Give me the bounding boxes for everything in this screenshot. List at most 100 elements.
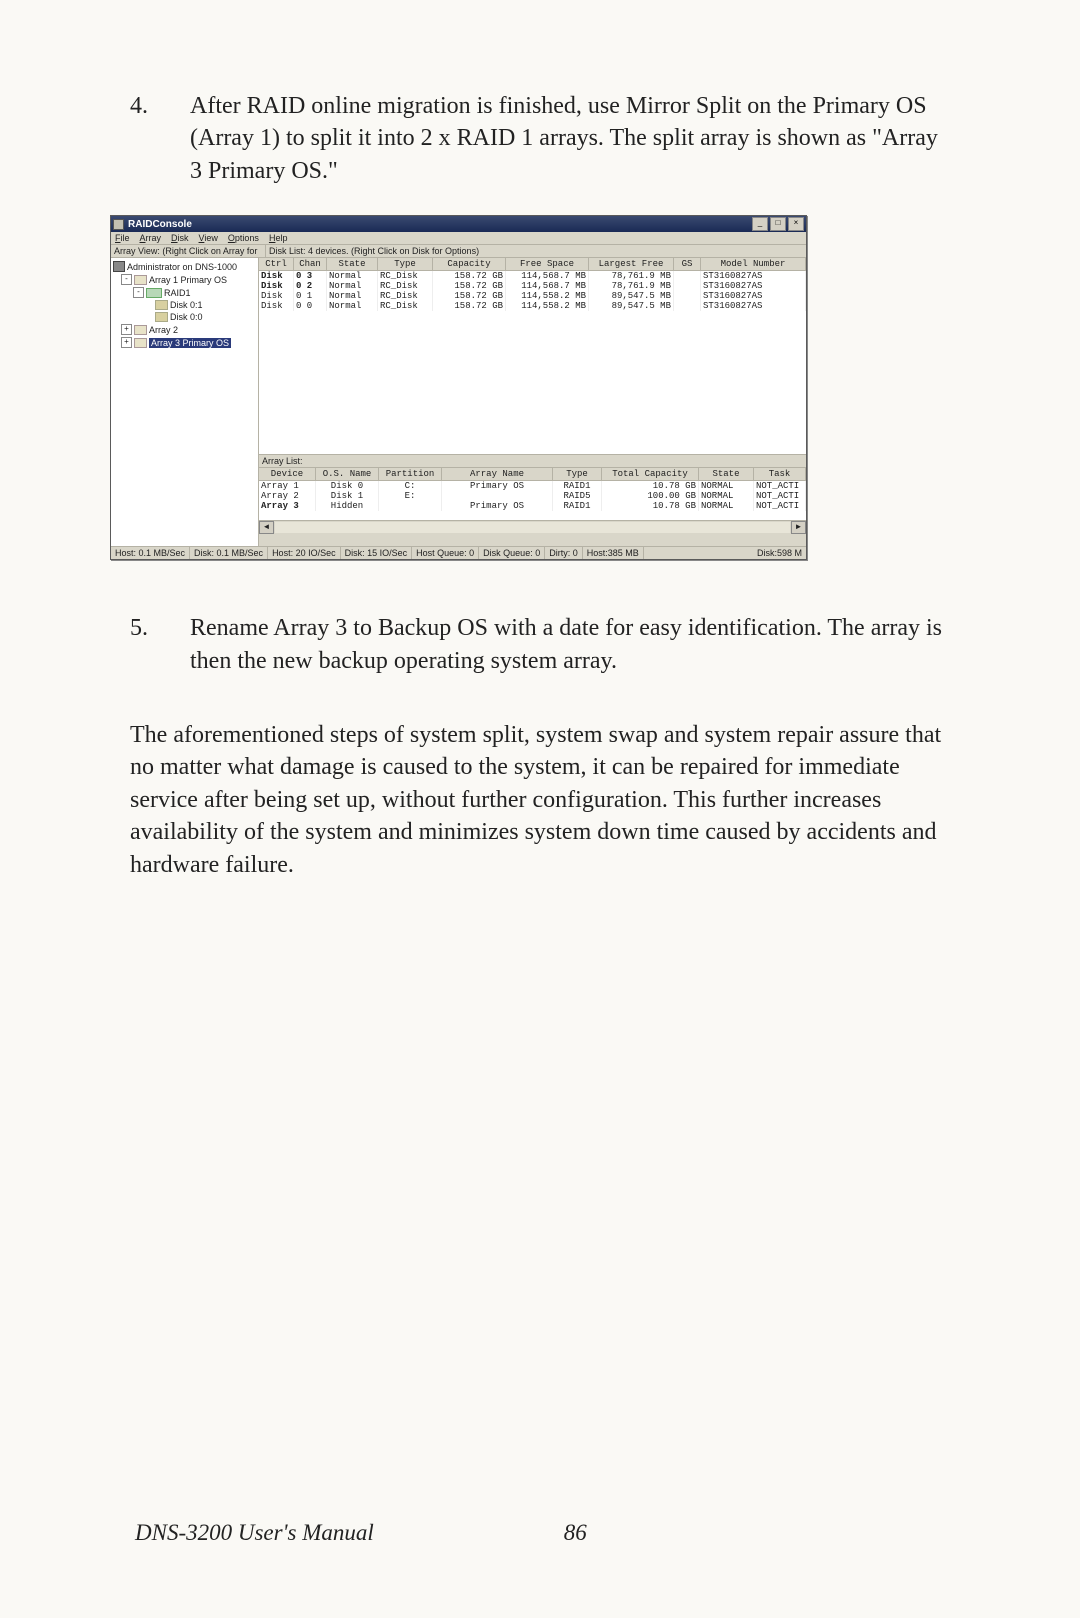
titlebar[interactable]: RAIDConsole _ □ × — [111, 216, 806, 232]
disk-grid[interactable]: Ctrl Chan State Type Capacity Free Space… — [259, 258, 806, 454]
raidconsole-window: RAIDConsole _ □ × File Array Disk View O… — [110, 215, 807, 560]
minimize-button[interactable]: _ — [752, 217, 768, 231]
col-device[interactable]: Device — [259, 468, 316, 481]
expand-icon[interactable]: - — [133, 287, 144, 298]
col-osname[interactable]: O.S. Name — [316, 468, 379, 481]
cell: 114,558.2 MB — [506, 291, 589, 301]
cell: Normal — [327, 281, 378, 291]
tree-root[interactable]: Administrator on DNS-1000 — [113, 260, 258, 273]
cell: 100.00 GB — [602, 491, 699, 501]
col-freespace[interactable]: Free Space — [506, 258, 589, 271]
cell: NOT_ACTI — [754, 481, 806, 491]
tree-disk-01[interactable]: Disk 0:1 — [113, 299, 258, 311]
array-row[interactable]: Array 2Disk 1E:RAID5100.00 GBNORMALNOT_A… — [259, 491, 806, 501]
status-bar: Host: 0.1 MB/Sec Disk: 0.1 MB/Sec Host: … — [111, 546, 806, 559]
cell: Array 1 — [259, 481, 316, 491]
array-row[interactable]: Array 3HiddenPrimary OSRAID110.78 GBNORM… — [259, 501, 806, 511]
menu-array[interactable]: Array — [140, 233, 162, 243]
expand-icon[interactable]: - — [121, 274, 132, 285]
status-host-queue: Host Queue: 0 — [412, 547, 479, 559]
status-disk-io: Disk: 15 IO/Sec — [341, 547, 413, 559]
tree-raid1[interactable]: -RAID1 — [113, 286, 258, 299]
menu-options[interactable]: Options — [228, 233, 259, 243]
col-partition[interactable]: Partition — [379, 468, 442, 481]
cell: Disk — [259, 301, 294, 311]
maximize-button[interactable]: □ — [770, 217, 786, 231]
cell: 114,558.2 MB — [506, 301, 589, 311]
cell: ST3160827AS — [701, 301, 806, 311]
computer-icon — [113, 261, 125, 272]
col-capacity[interactable]: Capacity — [433, 258, 506, 271]
col-state[interactable]: State — [327, 258, 378, 271]
disk-row[interactable]: Disk0 2NormalRC_Disk158.72 GB114,568.7 M… — [259, 281, 806, 291]
cell: 10.78 GB — [602, 481, 699, 491]
cell: RC_Disk — [378, 281, 433, 291]
array-grid-headers: Device O.S. Name Partition Array Name Ty… — [259, 468, 806, 481]
cell: 158.72 GB — [433, 301, 506, 311]
col-state[interactable]: State — [699, 468, 754, 481]
cell: Array 3 — [259, 501, 316, 511]
horizontal-scrollbar[interactable]: ◄ ► — [259, 520, 806, 534]
cell: C: — [379, 481, 442, 491]
array-row[interactable]: Array 1Disk 0C:Primary OSRAID110.78 GBNO… — [259, 481, 806, 491]
cell — [442, 491, 553, 501]
step-4-text: After RAID online migration is finished,… — [190, 90, 950, 187]
menubar: File Array Disk View Options Help — [111, 232, 806, 245]
cell: Normal — [327, 291, 378, 301]
col-arrayname[interactable]: Array Name — [442, 468, 553, 481]
scroll-track[interactable] — [275, 522, 790, 533]
app-icon — [113, 219, 124, 230]
cell: 0 1 — [294, 291, 327, 301]
close-button[interactable]: × — [788, 217, 804, 231]
tree-array2[interactable]: +Array 2 — [113, 323, 258, 336]
disk-row[interactable]: Disk0 1NormalRC_Disk158.72 GB114,558.2 M… — [259, 291, 806, 301]
right-pane: Ctrl Chan State Type Capacity Free Space… — [259, 258, 806, 546]
array-icon — [134, 275, 147, 285]
disk-row[interactable]: Disk0 3NormalRC_Disk158.72 GB114,568.7 M… — [259, 271, 806, 281]
cell: 158.72 GB — [433, 291, 506, 301]
tree-disk-00[interactable]: Disk 0:0 — [113, 311, 258, 323]
array-tree[interactable]: Administrator on DNS-1000 -Array 1 Prima… — [111, 258, 259, 546]
cell: NOT_ACTI — [754, 491, 806, 501]
col-ctrl[interactable]: Ctrl — [259, 258, 294, 271]
col-largestfree[interactable]: Largest Free — [589, 258, 674, 271]
cell: ST3160827AS — [701, 291, 806, 301]
cell: RC_Disk — [378, 301, 433, 311]
cell: Array 2 — [259, 491, 316, 501]
menu-disk[interactable]: Disk — [171, 233, 189, 243]
col-chan[interactable]: Chan — [294, 258, 327, 271]
document-page: 4. After RAID online migration is finish… — [0, 0, 1080, 1618]
cell — [674, 291, 701, 301]
menu-file[interactable]: File — [115, 233, 130, 243]
scroll-right-button[interactable]: ► — [791, 521, 806, 534]
status-host-io: Host: 20 IO/Sec — [268, 547, 341, 559]
cell: Normal — [327, 271, 378, 281]
array-grid[interactable]: Device O.S. Name Partition Array Name Ty… — [259, 468, 806, 520]
col-type[interactable]: Type — [553, 468, 602, 481]
menu-view[interactable]: View — [199, 233, 218, 243]
cell: RAID1 — [553, 501, 602, 511]
expand-icon[interactable]: + — [121, 324, 132, 335]
tree-array1[interactable]: -Array 1 Primary OS — [113, 273, 258, 286]
disk-row[interactable]: Disk0 0NormalRC_Disk158.72 GB114,558.2 M… — [259, 301, 806, 311]
cell: NORMAL — [699, 501, 754, 511]
cell: 78,761.9 MB — [589, 271, 674, 281]
cell: Primary OS — [442, 481, 553, 491]
array-icon — [134, 325, 147, 335]
col-totalcap[interactable]: Total Capacity — [602, 468, 699, 481]
status-host-mb: Host: 0.1 MB/Sec — [111, 547, 190, 559]
col-model[interactable]: Model Number — [701, 258, 806, 271]
col-task[interactable]: Task — [754, 468, 806, 481]
disk-icon — [155, 300, 168, 310]
cell: ST3160827AS — [701, 281, 806, 291]
scroll-left-button[interactable]: ◄ — [259, 521, 274, 534]
col-type[interactable]: Type — [378, 258, 433, 271]
cell: Normal — [327, 301, 378, 311]
status-dirty: Dirty: 0 — [545, 547, 583, 559]
menu-help[interactable]: Help — [269, 233, 288, 243]
window-buttons: _ □ × — [752, 217, 804, 231]
expand-icon[interactable]: + — [121, 337, 132, 348]
tree-array3-selected[interactable]: +Array 3 Primary OS — [113, 336, 258, 349]
col-gs[interactable]: GS — [674, 258, 701, 271]
cell: RAID1 — [553, 481, 602, 491]
